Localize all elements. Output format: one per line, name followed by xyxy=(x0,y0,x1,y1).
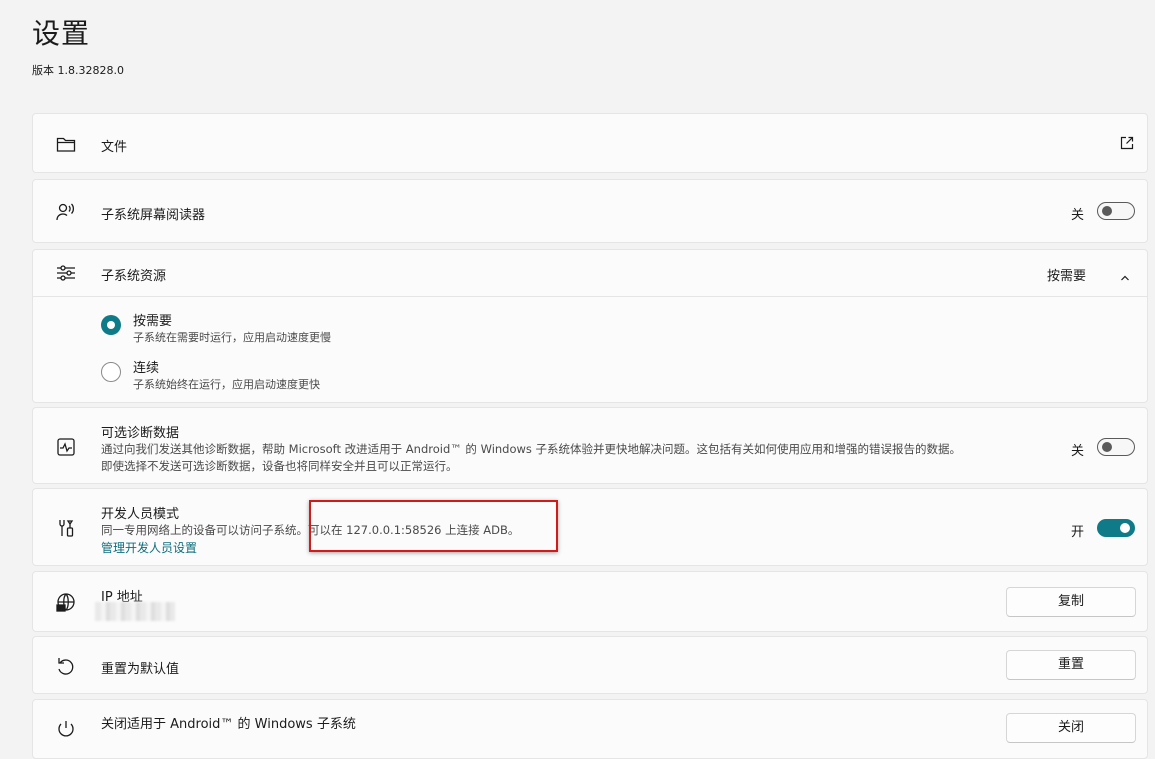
globe-icon xyxy=(55,592,77,614)
sliders-icon xyxy=(55,262,77,284)
reset-label: 重置为默认值 xyxy=(101,662,180,677)
resources-card: 子系统资源 按需要 按需要 子系统在需要时运行，应用启动速度更慢 连续 子系统始… xyxy=(32,249,1148,403)
developer-card: 开发人员模式 同一专用网络上的设备可以访问子系统。可以在 127.0.0.1:5… xyxy=(32,488,1148,566)
copy-button[interactable]: 复制 xyxy=(1006,587,1136,617)
diagnostics-card: 可选诊断数据 通过向我们发送其他诊断数据，帮助 Microsoft 改进适用于 … xyxy=(32,407,1148,484)
shutdown-button[interactable]: 关闭 xyxy=(1006,713,1136,743)
screen-reader-state-label: 关 xyxy=(1071,208,1085,223)
resources-label: 子系统资源 xyxy=(101,269,167,284)
open-external-icon[interactable] xyxy=(1119,135,1135,151)
tools-icon xyxy=(55,517,77,539)
toggle-knob xyxy=(1102,442,1112,452)
ip-card: IP 地址 复制 xyxy=(32,571,1148,632)
ip-value-redacted xyxy=(95,602,175,621)
annotation-highlight-box xyxy=(309,500,558,552)
power-icon xyxy=(55,718,77,740)
radio-on-demand[interactable] xyxy=(101,315,121,335)
resources-selected-value: 按需要 xyxy=(1047,269,1087,284)
screen-reader-label: 子系统屏幕阅读器 xyxy=(101,208,206,223)
radio-continuous[interactable] xyxy=(101,362,121,382)
toggle-knob xyxy=(1120,523,1130,533)
diagnostics-desc-line2: 即使选择不发送可选诊断数据，设备也将同样安全并且可以正常运行。 xyxy=(101,459,458,473)
shutdown-label: 关闭适用于 Android™ 的 Windows 子系统 xyxy=(101,717,356,732)
files-card[interactable]: 文件 xyxy=(32,113,1148,173)
shutdown-card: 关闭适用于 Android™ 的 Windows 子系统 关闭 xyxy=(32,699,1148,759)
manage-developer-settings-link[interactable]: 管理开发人员设置 xyxy=(101,539,197,556)
toggle-knob xyxy=(1102,206,1112,216)
narrator-icon xyxy=(55,201,77,223)
option-on-demand-desc: 子系统在需要时运行，应用启动速度更慢 xyxy=(133,331,331,344)
developer-state-label: 开 xyxy=(1071,525,1085,540)
diagnostics-desc-line1: 通过向我们发送其他诊断数据，帮助 Microsoft 改进适用于 Android… xyxy=(101,442,962,456)
diagnostics-label: 可选诊断数据 xyxy=(101,426,180,441)
screen-reader-toggle[interactable] xyxy=(1097,202,1135,220)
files-label: 文件 xyxy=(101,140,128,155)
activity-icon xyxy=(55,436,77,458)
screen-reader-card: 子系统屏幕阅读器 关 xyxy=(32,179,1148,243)
page-title: 设置 xyxy=(32,17,91,50)
reset-card: 重置为默认值 重置 xyxy=(32,636,1148,694)
chevron-up-icon[interactable] xyxy=(1120,268,1130,281)
developer-toggle[interactable] xyxy=(1097,519,1135,537)
resources-header[interactable]: 子系统资源 按需要 xyxy=(33,250,1147,297)
option-continuous-label: 连续 xyxy=(133,361,160,376)
reset-icon xyxy=(55,655,77,677)
diagnostics-state-label: 关 xyxy=(1071,444,1085,459)
option-continuous-desc: 子系统始终在运行，应用启动速度更快 xyxy=(133,378,320,391)
reset-button[interactable]: 重置 xyxy=(1006,650,1136,680)
developer-label: 开发人员模式 xyxy=(101,507,180,522)
folder-icon xyxy=(55,133,77,155)
option-on-demand-label: 按需要 xyxy=(133,314,173,329)
version-text: 版本 1.8.32828.0 xyxy=(32,64,124,77)
diagnostics-toggle[interactable] xyxy=(1097,438,1135,456)
